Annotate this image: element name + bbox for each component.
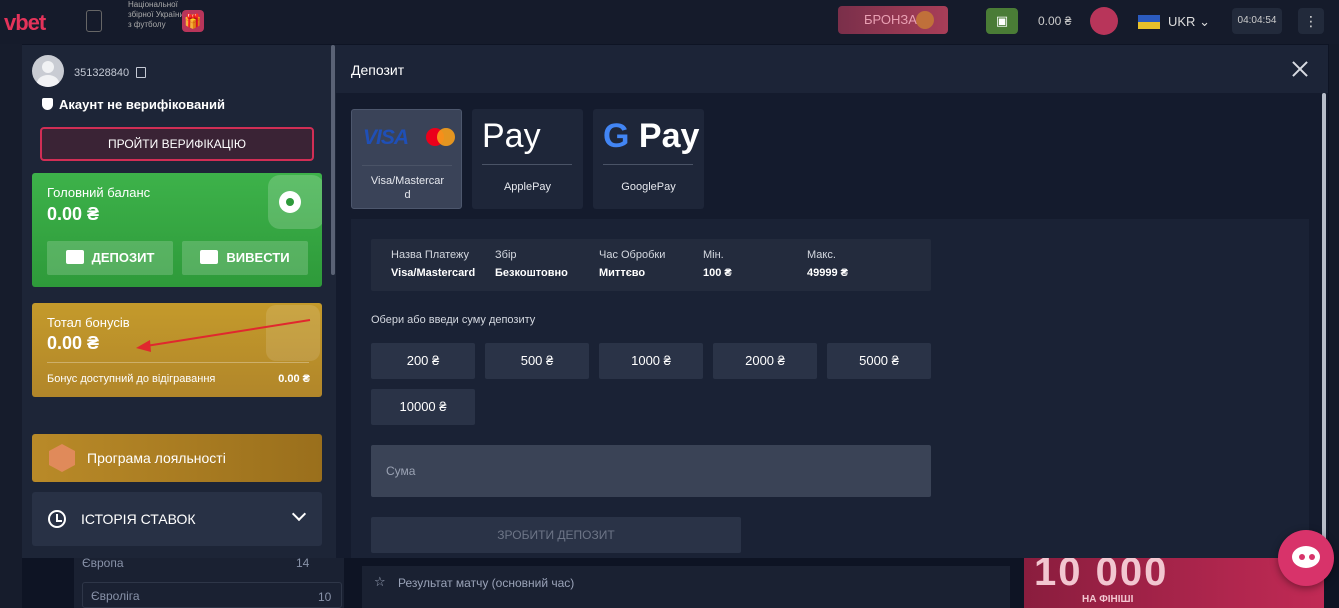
list-item-count: 10 [318,590,332,604]
info-column: Макс. 49999 ₴ [807,249,848,279]
eye-icon[interactable] [279,191,301,213]
list-item-count: 14 [296,556,310,570]
avatar [32,55,64,87]
divider [603,164,693,165]
payment-method-label: ApplePay [503,181,552,193]
scrollbar[interactable] [331,45,335,275]
main-balance-card: Головний баланс 0.00 ₴ ДЕПОЗИТ ВИВЕСТИ [32,173,322,287]
language-selector[interactable]: UKR ⌄ [1168,14,1210,30]
info-column: Збір Безкоштовно [495,249,568,279]
account-panel: 351328840 Акаунт не верифікований ПРОЙТИ… [22,45,336,558]
visa-icon: VISA [363,126,409,149]
divider [482,164,572,165]
bonus-card: Тотал бонусів 0.00 ₴ Бонус доступний до … [32,303,322,397]
payment-method-googlepay[interactable]: G Pay GooglePay [593,109,704,209]
star-icon[interactable]: ☆ [374,574,386,590]
more-menu-icon[interactable]: ⋮ [1298,8,1324,34]
make-deposit-button[interactable]: ЗРОБИТИ ДЕПОЗИТ [371,517,741,553]
deposit-button[interactable]: ДЕПОЗИТ [47,241,173,275]
language-label: UKR [1168,14,1196,29]
level-badge[interactable]: БРОНЗА [838,6,948,34]
mastercard-icon [426,128,456,148]
gift-icon [266,305,320,361]
chat-bot-icon [1292,546,1320,568]
bet-history-accordion[interactable]: ІСТОРІЯ СТАВОК [32,492,322,546]
chevron-down-icon [291,506,307,522]
cash-icon [200,250,219,264]
loyalty-label: Програма лояльності [87,450,226,466]
list-item[interactable]: Євроліга [82,582,342,608]
amount-button[interactable]: 500 ₴ [485,343,589,379]
bonus-wager-value: 0.00 ₴ [278,373,310,385]
info-column: Час Обробки Миттєво [599,249,666,279]
payment-method-label: Visa/Mastercar d [370,175,445,201]
user-id: 351328840 [74,67,130,79]
info-column: Назва Платежу Visa/Mastercard [391,249,476,279]
modal-title: Депозит [351,62,405,78]
site-logo[interactable]: vbet [4,10,46,36]
payment-method-applepay[interactable]: Pay ApplePay [472,109,583,209]
header-balance: 0.00 ₴ [1038,14,1072,28]
info-column: Мін. 100 ₴ [703,249,732,279]
gift-icon[interactable]: 🎁 [182,10,204,32]
withdraw-button[interactable]: ВИВЕСТИ [182,241,308,275]
verify-button[interactable]: ПРОЙТИ ВЕРИФІКАЦІЮ [40,127,314,161]
avatar[interactable] [1090,7,1118,35]
divider [362,165,452,166]
deposit-form: Назва Платежу Visa/Mastercard Збір Безкошт… [351,219,1309,558]
market-label[interactable]: Результат матчу (основний час) [398,576,574,590]
history-icon [48,510,66,528]
loyalty-badge-icon [49,444,75,472]
google-pay-icon: G Pay [603,117,700,155]
list-item[interactable]: Європа [82,556,124,570]
amount-input[interactable] [371,445,931,497]
promo-caption: НА ФІНІШІ [1082,594,1134,605]
modal-header: Депозит [336,45,1328,93]
amount-button[interactable]: 200 ₴ [371,343,475,379]
main-balance-label: Головний баланс [47,185,151,200]
payment-method-label: GooglePay [621,181,676,193]
wallet-button[interactable]: ▣ [986,8,1018,34]
verification-status-text: Акаунт не верифікований [59,97,226,112]
wallet-icon [65,250,84,264]
loyalty-program-button[interactable]: Програма лояльності [32,434,322,482]
main-balance-value: 0.00 ₴ [47,204,100,224]
scrollbar[interactable] [1322,93,1326,558]
amount-button[interactable]: 2000 ₴ [713,343,817,379]
bet-history-label: ІСТОРІЯ СТАВОК [81,511,196,527]
bonus-value: 0.00 ₴ [47,333,100,353]
amount-button[interactable]: 5000 ₴ [827,343,931,379]
payment-method-visa-mastercard[interactable]: VISA Visa/Mastercar d [351,109,462,209]
bonus-label: Тотал бонусів [47,315,130,330]
bonus-wager-label: Бонус доступний до відігравання [47,373,216,385]
copy-icon[interactable] [136,67,146,78]
deposit-button-label: ДЕПОЗИТ [91,250,155,265]
left-nav-rail [0,44,22,608]
level-badge-label: БРОНЗА [864,12,917,27]
crest-icon [86,10,102,32]
deposit-modal: Депозит VISA Visa/Mastercar d Pay ApplePa… [336,45,1328,558]
close-icon[interactable] [1288,57,1312,81]
payment-info-table: Назва Платежу Visa/Mastercard Збір Безкошт… [371,239,931,291]
flag-icon [1138,15,1160,29]
amount-button[interactable]: 10000 ₴ [371,389,475,425]
verification-status: Акаунт не верифікований [42,97,225,112]
right-edge [1329,44,1339,550]
medal-icon [916,11,934,29]
apple-pay-icon: Pay [482,117,541,155]
shield-icon [42,98,53,110]
withdraw-button-label: ВИВЕСТИ [226,250,290,265]
amount-button[interactable]: 1000 ₴ [599,343,703,379]
amount-prompt: Обери або введи суму депозиту [371,314,536,326]
support-chat-button[interactable] [1278,530,1334,586]
divider [47,362,309,363]
clock: 04:04:54 [1232,8,1282,34]
national-team-text: Національної збірної України з футболу [128,0,184,29]
